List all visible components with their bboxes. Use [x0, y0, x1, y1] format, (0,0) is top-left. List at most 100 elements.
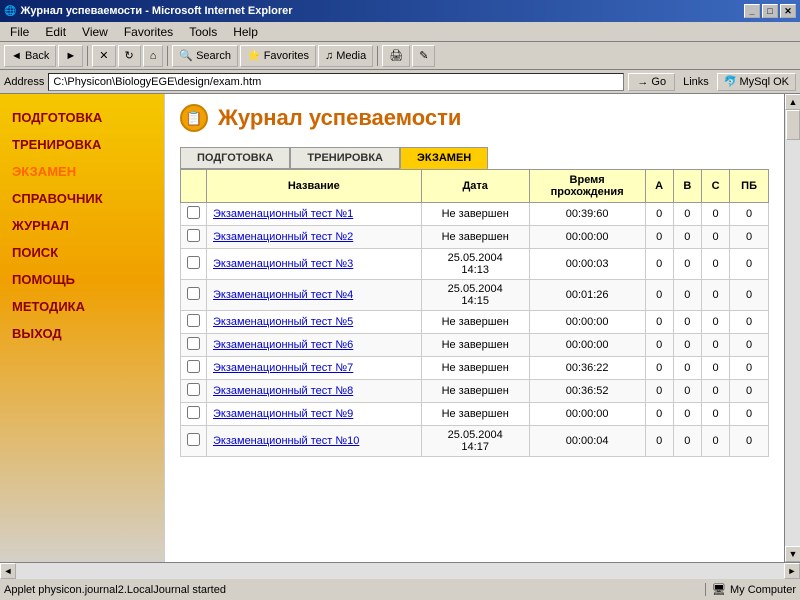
row-checkbox-cell	[181, 203, 207, 226]
row-checkbox-6[interactable]	[187, 360, 200, 373]
row-name-cell: Экзаменационный тест №3	[207, 249, 422, 280]
row-checkbox-9[interactable]	[187, 433, 200, 446]
title-bar: 🌐 Журнал успеваемости - Microsoft Intern…	[0, 0, 800, 22]
scroll-up-button[interactable]: ▲	[785, 94, 800, 110]
row-checkbox-3[interactable]	[187, 287, 200, 300]
row-name-cell: Экзаменационный тест №2	[207, 226, 422, 249]
computer-icon: 🖥	[712, 583, 726, 596]
row-checkbox-5[interactable]	[187, 337, 200, 350]
media-button[interactable]: ♫ Media	[318, 45, 373, 67]
row-c-cell: 0	[701, 249, 729, 280]
scroll-track	[785, 110, 800, 546]
sidebar-item-podgotovka[interactable]: ПОДГОТОВКА	[0, 104, 164, 131]
main-panel: 📋 Журнал успеваемости ПОДГОТОВКА ТРЕНИРО…	[165, 94, 784, 562]
row-c-cell: 0	[701, 226, 729, 249]
test-link-8[interactable]: Экзаменационный тест №9	[213, 408, 353, 420]
tab-trenirovka[interactable]: ТРЕНИРОВКА	[290, 147, 400, 169]
maximize-button[interactable]: □	[762, 4, 778, 18]
menu-tools[interactable]: Tools	[181, 23, 225, 41]
test-link-5[interactable]: Экзаменационный тест №6	[213, 339, 353, 351]
vertical-scrollbar: ▲ ▼	[784, 94, 800, 562]
row-b-cell: 0	[673, 203, 701, 226]
test-link-3[interactable]: Экзаменационный тест №4	[213, 289, 353, 301]
window-controls: _ □ ✕	[744, 4, 796, 18]
row-time-cell: 00:00:00	[529, 226, 645, 249]
mysql-button[interactable]: 🐬 MySql OK	[717, 73, 796, 91]
col-a: А	[645, 170, 673, 203]
scroll-left-button[interactable]: ◄	[0, 563, 16, 579]
scroll-right-button[interactable]: ►	[784, 563, 800, 579]
row-c-cell: 0	[701, 403, 729, 426]
sidebar-item-poisk[interactable]: ПОИСК	[0, 239, 164, 266]
tab-ekzamen[interactable]: ЭКЗАМЕН	[400, 147, 488, 169]
row-checkbox-4[interactable]	[187, 314, 200, 327]
sidebar-item-ekzamen[interactable]: ЭКЗАМЕН	[0, 158, 164, 185]
scroll-thumb[interactable]	[786, 110, 800, 140]
back-button[interactable]: ◄ Back	[4, 45, 56, 67]
mysql-icon: 🐬	[724, 75, 738, 88]
row-checkbox-8[interactable]	[187, 406, 200, 419]
sidebar-item-trenirovka[interactable]: ТРЕНИРОВКА	[0, 131, 164, 158]
row-date-cell: 25.05.200414:17	[421, 426, 529, 457]
test-link-4[interactable]: Экзаменационный тест №5	[213, 316, 353, 328]
menu-file[interactable]: File	[2, 23, 37, 41]
row-date-cell: Не завершен	[421, 380, 529, 403]
row-time-cell: 00:00:04	[529, 426, 645, 457]
row-checkbox-1[interactable]	[187, 229, 200, 242]
test-link-0[interactable]: Экзаменационный тест №1	[213, 208, 353, 220]
row-name-cell: Экзаменационный тест №7	[207, 357, 422, 380]
favorites-button[interactable]: ⭐ Favorites	[240, 45, 316, 67]
close-button[interactable]: ✕	[780, 4, 796, 18]
home-button[interactable]: ⌂	[143, 45, 164, 67]
row-b-cell: 0	[673, 380, 701, 403]
test-link-2[interactable]: Экзаменационный тест №3	[213, 258, 353, 270]
row-checkbox-2[interactable]	[187, 256, 200, 269]
go-button[interactable]: → Go	[628, 73, 675, 91]
scroll-down-button[interactable]: ▼	[785, 546, 800, 562]
table-row: Экзаменационный тест №3 25.05.200414:13 …	[181, 249, 769, 280]
row-time-cell: 00:00:03	[529, 249, 645, 280]
menu-edit[interactable]: Edit	[37, 23, 74, 41]
sidebar-item-metodika[interactable]: МЕТОДИКА	[0, 293, 164, 320]
refresh-button[interactable]: ↻	[118, 45, 141, 67]
row-b-cell: 0	[673, 280, 701, 311]
row-c-cell: 0	[701, 203, 729, 226]
minimize-button[interactable]: _	[744, 4, 760, 18]
row-a-cell: 0	[645, 380, 673, 403]
row-c-cell: 0	[701, 380, 729, 403]
menu-favorites[interactable]: Favorites	[116, 23, 181, 41]
col-c: С	[701, 170, 729, 203]
menu-help[interactable]: Help	[225, 23, 266, 41]
test-link-6[interactable]: Экзаменационный тест №7	[213, 362, 353, 374]
test-link-7[interactable]: Экзаменационный тест №8	[213, 385, 353, 397]
sidebar-item-vyhod[interactable]: ВЫХОД	[0, 320, 164, 347]
table-row: Экзаменационный тест №6 Не завершен 00:0…	[181, 334, 769, 357]
test-link-9[interactable]: Экзаменационный тест №10	[213, 435, 359, 447]
menu-view[interactable]: View	[74, 23, 116, 41]
stop-button[interactable]: ✕	[92, 45, 115, 67]
print-button[interactable]: 🖨	[382, 45, 410, 67]
row-checkbox-0[interactable]	[187, 206, 200, 219]
col-date: Дата	[421, 170, 529, 203]
tab-podgotovka[interactable]: ПОДГОТОВКА	[180, 147, 290, 169]
row-pb-cell: 0	[730, 426, 769, 457]
links-button[interactable]: Links	[679, 76, 713, 88]
status-bar: Applet physicon.journal2.LocalJournal st…	[0, 578, 800, 600]
sidebar-item-pomosch[interactable]: ПОМОЩЬ	[0, 266, 164, 293]
horizontal-scrollbar: ◄ ►	[0, 562, 800, 578]
sidebar-item-jurnal[interactable]: ЖУРНАЛ	[0, 212, 164, 239]
search-button[interactable]: 🔍 Search	[172, 45, 238, 67]
forward-button[interactable]: ►	[58, 45, 83, 67]
row-time-cell: 00:00:00	[529, 311, 645, 334]
test-link-1[interactable]: Экзаменационный тест №2	[213, 231, 353, 243]
row-time-cell: 00:39:60	[529, 203, 645, 226]
row-b-cell: 0	[673, 357, 701, 380]
sidebar-item-spravochnik[interactable]: СПРАВОЧНИК	[0, 185, 164, 212]
menu-bar: File Edit View Favorites Tools Help	[0, 22, 800, 42]
edit-button[interactable]: ✎	[412, 45, 435, 67]
row-checkbox-7[interactable]	[187, 383, 200, 396]
address-input[interactable]	[48, 73, 624, 91]
search-label: Search	[196, 50, 231, 62]
row-a-cell: 0	[645, 249, 673, 280]
status-computer: My Computer	[730, 584, 796, 596]
